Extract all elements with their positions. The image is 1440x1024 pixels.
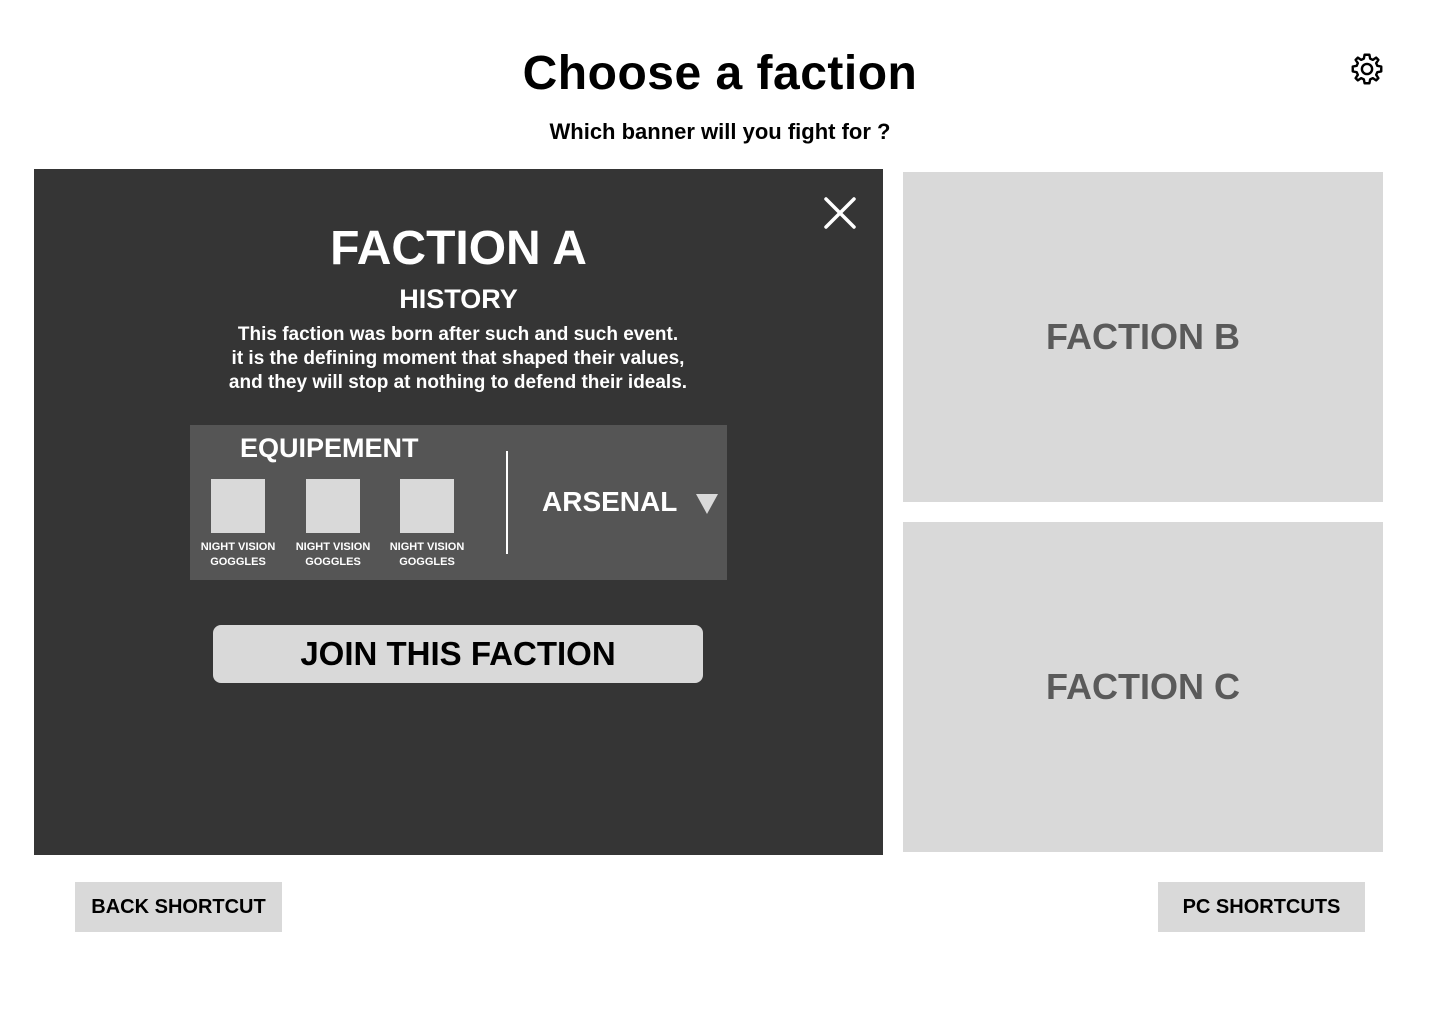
caret-down-icon xyxy=(695,493,719,515)
settings-button[interactable] xyxy=(1348,52,1386,90)
equipment-item[interactable]: NIGHT VISION GOGGLES xyxy=(191,479,285,570)
equipment-label-line: GOGGLES xyxy=(210,556,266,568)
equipment-label: NIGHT VISION GOGGLES xyxy=(380,540,474,570)
page-subtitle: Which banner will you fight for ? xyxy=(549,119,891,144)
join-faction-button[interactable]: JOIN THIS FACTION xyxy=(213,625,703,683)
history-line: and they will stop at nothing to defend … xyxy=(228,372,688,393)
faction-a-panel: FACTION A HISTORY This faction was born … xyxy=(34,169,883,855)
faction-c-label: FACTION C xyxy=(1046,666,1240,707)
equipment-divider xyxy=(506,451,508,554)
equipment-label: NIGHT VISION GOGGLES xyxy=(191,540,285,570)
back-shortcut-button[interactable]: BACK SHORTCUT xyxy=(75,882,282,932)
history-line: it is the defining moment that shaped th… xyxy=(231,348,685,369)
pc-shortcuts-button[interactable]: PC SHORTCUTS xyxy=(1158,882,1365,932)
equipment-heading: EQUIPEMENT xyxy=(240,433,419,463)
equipment-label-line: NIGHT VISION xyxy=(200,541,276,553)
equipment-slot xyxy=(400,479,454,533)
equipment-label-line: NIGHT VISION xyxy=(295,541,371,553)
arsenal-label: ARSENAL xyxy=(542,486,678,517)
equipment-label-line: NIGHT VISION xyxy=(389,541,465,553)
gear-icon xyxy=(1349,51,1385,92)
history-heading: HISTORY xyxy=(399,284,518,314)
equipment-slot xyxy=(306,479,360,533)
history-text: This faction was born after such and suc… xyxy=(158,323,758,395)
faction-b-label: FACTION B xyxy=(1046,316,1240,357)
arsenal-dropdown[interactable]: ARSENAL xyxy=(530,479,720,529)
equipment-item[interactable]: NIGHT VISION GOGGLES xyxy=(286,479,380,570)
faction-title: FACTION A xyxy=(330,222,587,275)
equipment-slot xyxy=(211,479,265,533)
history-line: This faction was born after such and suc… xyxy=(237,324,679,345)
equipment-box: EQUIPEMENT NIGHT VISION GOGGLES NIGHT VI… xyxy=(190,425,727,580)
faction-c-card[interactable]: FACTION C xyxy=(903,522,1383,852)
page-title: Choose a faction xyxy=(522,47,918,100)
equipment-item[interactable]: NIGHT VISION GOGGLES xyxy=(380,479,474,570)
equipment-label: NIGHT VISION GOGGLES xyxy=(286,540,380,570)
faction-b-card[interactable]: FACTION B xyxy=(903,172,1383,502)
equipment-label-line: GOGGLES xyxy=(399,556,455,568)
equipment-label-line: GOGGLES xyxy=(305,556,361,568)
